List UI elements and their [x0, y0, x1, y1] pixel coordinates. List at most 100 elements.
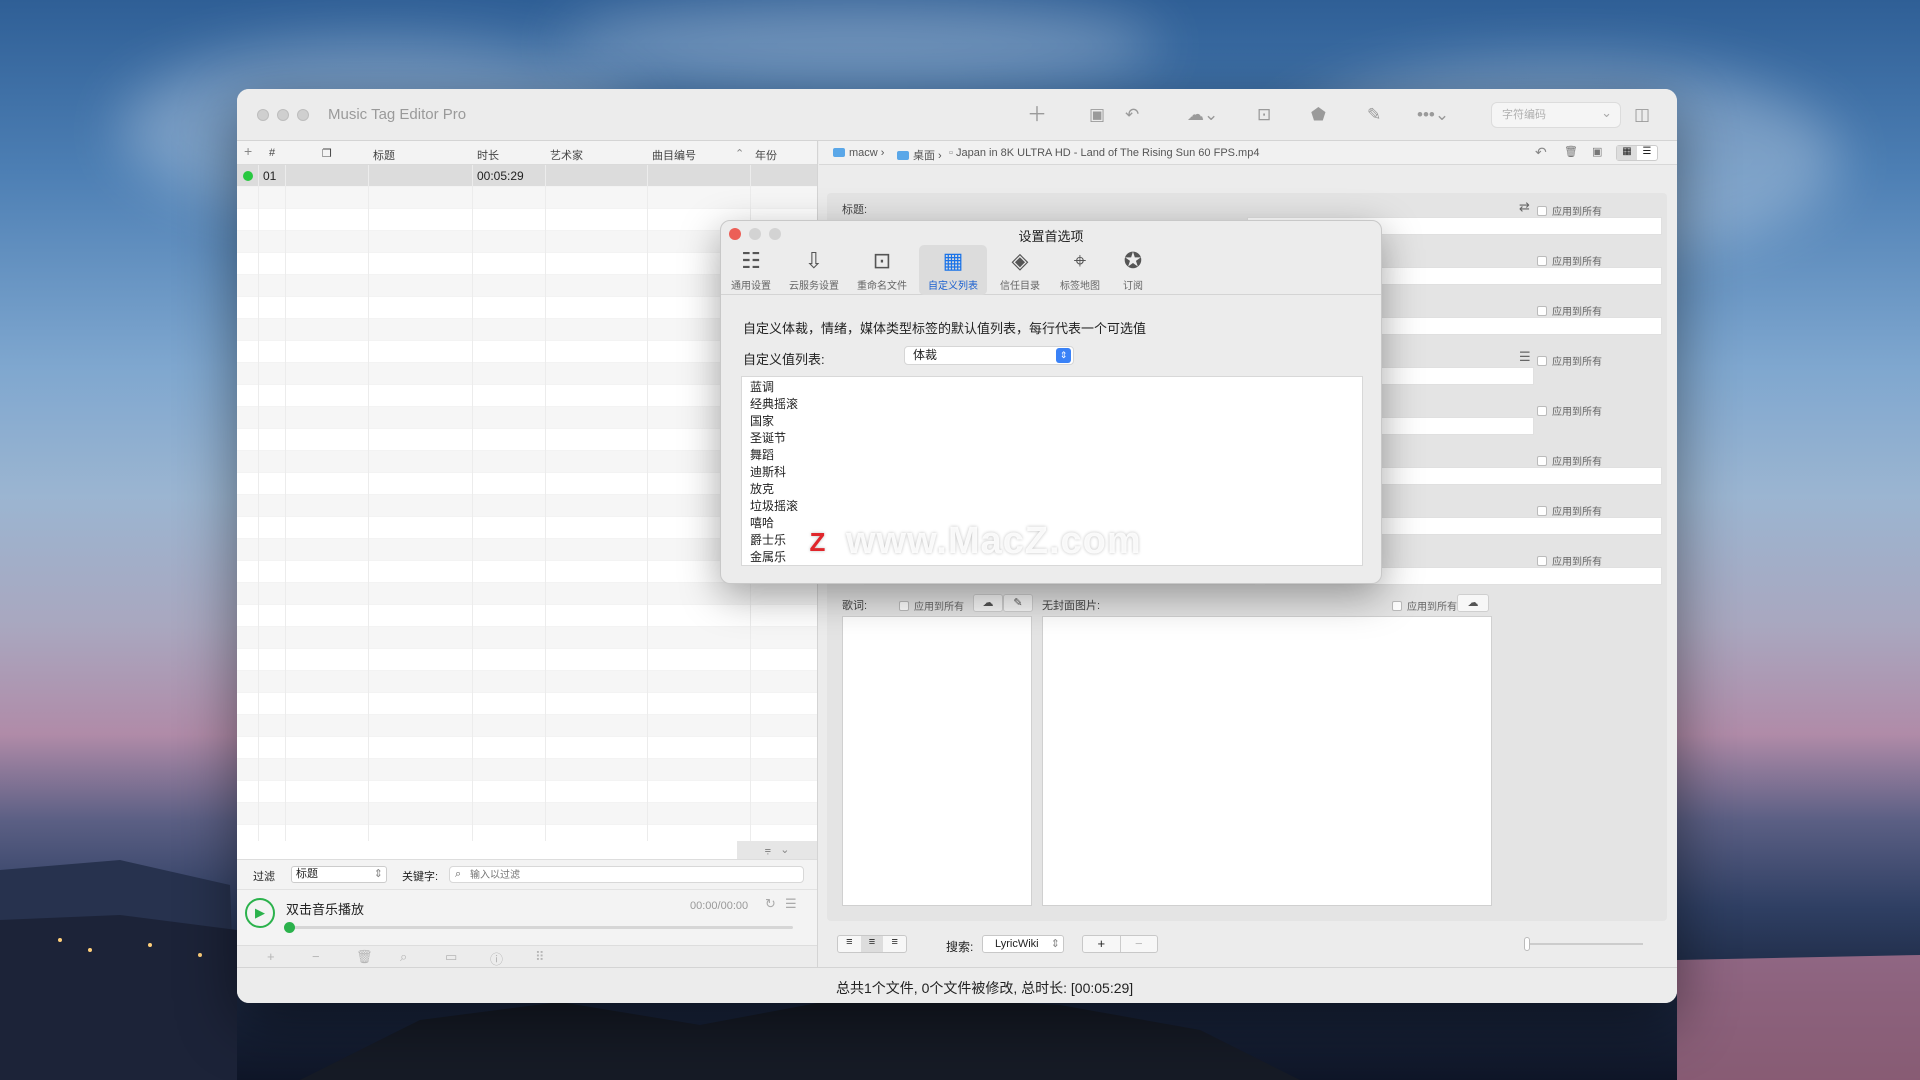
list-item: 国家 — [750, 414, 775, 428]
column-divider — [368, 165, 369, 841]
filter-toggle[interactable]: ⩦ ⌄ — [737, 841, 817, 859]
status-text: 总共1个文件, 0个文件被修改, 总时长: [00:05:29] — [836, 980, 1134, 996]
watermark: Zwww.MacZ.com — [800, 520, 1142, 563]
pref-tab-trusted-folders[interactable]: ◈ 信任目录 — [993, 245, 1047, 295]
info-icon[interactable]: ⓘ — [490, 949, 503, 968]
apply-all-checkbox[interactable]: 应用到所有 — [1537, 503, 1602, 518]
custom-list-select[interactable]: 体裁 ⇕ — [904, 346, 1074, 365]
save-tag-icon[interactable]: ▣ — [1592, 145, 1602, 158]
lyrics-source-select[interactable]: LyricWiki ⇕ — [982, 935, 1064, 953]
col-number[interactable]: # — [269, 147, 275, 159]
apply-all-checkbox[interactable]: 应用到所有 — [1537, 203, 1602, 218]
align-left-icon[interactable]: ≡ — [838, 936, 861, 952]
save-icon[interactable]: ▣ — [1089, 104, 1105, 126]
playlist-icon[interactable]: ☰ — [785, 896, 797, 912]
apply-all-checkbox[interactable]: 应用到所有 — [1537, 553, 1602, 568]
delete-icon[interactable]: 🗑 — [1564, 145, 1578, 158]
lyrics-textarea[interactable] — [842, 616, 1032, 906]
play-button[interactable]: ▶ — [245, 898, 275, 928]
breadcrumb-macw[interactable]: macw › — [833, 147, 884, 159]
folder-icon[interactable]: ▭ — [445, 949, 457, 965]
watermark-text: www.MacZ.com — [846, 520, 1142, 562]
edit-icon[interactable]: ✎ — [1367, 104, 1381, 126]
remove-cover-icon[interactable]: − — [1121, 936, 1158, 952]
cloud-icon[interactable]: ☁⌄ — [1187, 104, 1218, 126]
player-label: 双击音乐播放 — [286, 902, 365, 917]
list-view-icon[interactable]: ☰ — [1637, 146, 1657, 160]
table-row — [237, 715, 817, 737]
remove-file-icon[interactable]: − — [312, 949, 320, 964]
close-window-button[interactable] — [257, 109, 269, 121]
add-cover-icon[interactable]: + — [1083, 936, 1121, 952]
cloud-download-icon: ⇩ — [804, 248, 824, 273]
grid-view-icon[interactable]: ▦ — [1617, 146, 1637, 160]
add-file-icon[interactable]: + — [267, 949, 275, 964]
sort-ascending-icon[interactable]: ⌃ — [735, 147, 744, 160]
breadcrumb-file[interactable]: ▫ Japan in 8K ULTRA HD - Land of The Ris… — [949, 147, 1259, 159]
star-badge-icon: ✪ — [1123, 248, 1143, 273]
col-title[interactable]: 标题 — [373, 147, 395, 163]
apply-all-checkbox[interactable]: 应用到所有 — [1537, 303, 1602, 318]
pref-tab-rename[interactable]: ⊡ 重命名文件 — [851, 245, 913, 295]
repeat-icon[interactable]: ↻ — [765, 896, 776, 912]
keyword-input[interactable] — [470, 868, 790, 882]
sidebar-toggle-icon[interactable]: ◫ — [1634, 104, 1650, 126]
apply-all-checkbox[interactable]: 应用到所有 — [1392, 598, 1457, 613]
pref-tab-general[interactable]: ☷ 通用设置 — [725, 245, 777, 295]
align-center-icon[interactable]: ≡ — [860, 936, 884, 952]
pref-tab-cloud[interactable]: ⇩ 云服务设置 — [783, 245, 845, 295]
apply-all-checkbox[interactable]: 应用到所有 — [1537, 403, 1602, 418]
add-icon[interactable]: ＋ — [1027, 104, 1047, 126]
encoding-select[interactable]: 字符编码 — [1491, 101, 1621, 128]
search-files-icon[interactable]: ⌕ — [400, 949, 407, 965]
undo-icon[interactable]: ↶ — [1125, 104, 1139, 126]
player: ▶ 双击音乐播放 00:00/00:00 ↻ ☰ — [237, 889, 817, 945]
apply-all-checkbox[interactable]: 应用到所有 — [1537, 353, 1602, 368]
col-checkbox-icon[interactable]: ❐ — [322, 147, 332, 160]
tag-icon[interactable]: ⬟ — [1311, 104, 1326, 126]
lyrics-edit-button[interactable]: ✎ — [1003, 594, 1033, 612]
pref-tab-tag-map[interactable]: ⌖ 标签地图 — [1053, 245, 1107, 295]
title-bar: Music Tag Editor Pro ＋ ▣ ↶ ☁⌄ ⊡ ⬟ ✎ •••⌄… — [237, 89, 1677, 141]
dialog-title: 设置首选项 — [1018, 229, 1084, 244]
trash-icon[interactable]: 🗑 — [356, 949, 373, 965]
apply-all-checkbox[interactable]: 应用到所有 — [1537, 253, 1602, 268]
zoom-window-button[interactable] — [297, 109, 309, 121]
col-duration[interactable]: 时长 — [477, 147, 499, 163]
lyrics-download-button[interactable]: ☁ — [973, 594, 1003, 612]
cover-download-button[interactable]: ☁ — [1457, 594, 1489, 612]
pref-tab-subscribe[interactable]: ✪ 订阅 — [1113, 245, 1153, 295]
apply-all-checkbox[interactable]: 应用到所有 — [899, 598, 964, 613]
table-row — [237, 693, 817, 715]
table-row[interactable]: 01 00:05:29 — [237, 165, 817, 187]
progress-track[interactable] — [289, 926, 793, 929]
column-divider — [285, 165, 286, 841]
add-column-icon[interactable]: + — [244, 143, 252, 159]
swap-icon[interactable]: ⇄ — [1519, 199, 1530, 215]
handshake-icon: ◈ — [1011, 248, 1029, 273]
filter-field-select[interactable]: 标题 ⇕ — [291, 866, 387, 883]
progress-knob[interactable] — [284, 922, 295, 933]
breadcrumb-desktop[interactable]: 桌面 › — [897, 147, 942, 163]
rename-icon[interactable]: ⊡ — [1257, 104, 1271, 126]
pref-tab-custom-list[interactable]: ▦ 自定义列表 — [919, 245, 987, 295]
keyword-search[interactable]: ⌕ — [449, 866, 804, 883]
column-divider — [258, 165, 259, 841]
zoom-slider-knob[interactable] — [1524, 937, 1530, 951]
cover-add-remove: + − — [1082, 935, 1158, 953]
col-artist[interactable]: 艺术家 — [550, 147, 583, 163]
play-icon: ▶ — [255, 905, 265, 920]
minimize-window-button[interactable] — [277, 109, 289, 121]
col-track[interactable]: 曲目编号 — [652, 147, 696, 163]
more-icon[interactable]: •••⌄ — [1417, 104, 1449, 126]
title-label: 标题: — [842, 204, 868, 216]
apply-all-checkbox[interactable]: 应用到所有 — [1537, 453, 1602, 468]
col-year[interactable]: 年份 — [755, 147, 777, 163]
cover-image-area[interactable] — [1042, 616, 1492, 906]
view-toggle[interactable]: ▦ ☰ — [1616, 145, 1658, 161]
revert-icon[interactable]: ↶ — [1535, 144, 1547, 161]
sort-list-icon[interactable]: ☰ — [1519, 349, 1531, 365]
grid-icon[interactable]: ⠿ — [535, 949, 545, 965]
align-right-icon[interactable]: ≡ — [883, 936, 906, 952]
zoom-slider[interactable] — [1529, 943, 1643, 945]
